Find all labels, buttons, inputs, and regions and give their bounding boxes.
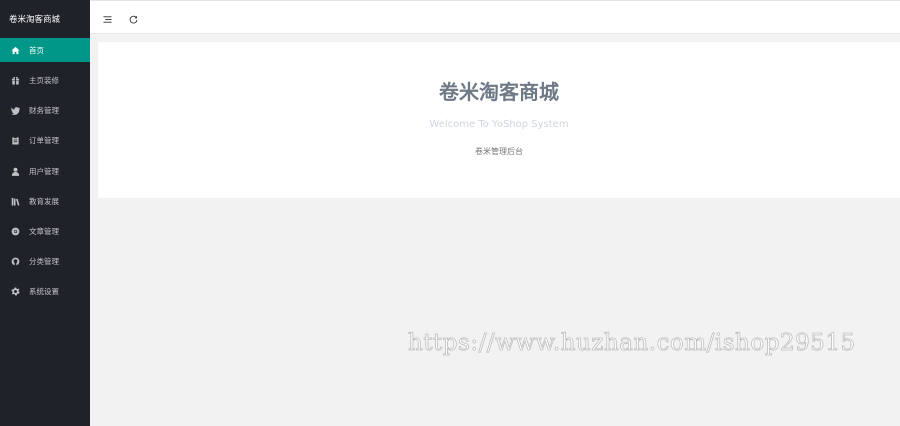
page-title: 卷米淘客商城 [439, 80, 559, 104]
sidebar-item-settings[interactable]: 系统设置 [0, 277, 90, 307]
sidebar-item-label: 系统设置 [29, 287, 59, 297]
sidebar-item-home-decoration[interactable]: 主页装修 [0, 66, 90, 96]
sidebar-item-label: 分类管理 [29, 257, 59, 267]
brand-logo-text[interactable]: 卷米淘客商城 [0, 0, 90, 38]
sidebar-item-articles[interactable]: 文章管理 [0, 216, 90, 246]
sidebar-item-label: 文章管理 [29, 227, 59, 237]
watermark-text: https://www.huzhan.com/ishop29515 [408, 330, 856, 357]
sidebar-item-label: 用户管理 [29, 166, 59, 176]
sidebar-item-label: 教育发展 [29, 196, 59, 206]
gift-icon [10, 75, 21, 86]
home-icon [10, 45, 21, 56]
github-icon [10, 256, 21, 267]
books-icon [10, 196, 21, 207]
sidebar-item-label: 首页 [29, 45, 44, 55]
welcome-description: 卷米管理后台 [475, 147, 523, 156]
sidebar-item-label: 财务管理 [29, 106, 59, 116]
clipboard-icon [10, 135, 21, 146]
menu-toggle-icon[interactable] [100, 13, 114, 27]
sidebar-item-users[interactable]: 用户管理 [0, 156, 90, 186]
user-icon [10, 166, 21, 177]
sidebar: 卷米淘客商城 首页 主页装修 财务管理 订单管理 用户管理 教育发展 文章管理 [0, 0, 90, 426]
twitter-icon [10, 105, 21, 116]
sidebar-item-education[interactable]: 教育发展 [0, 186, 90, 216]
refresh-icon[interactable] [126, 13, 140, 27]
sidebar-item-finance[interactable]: 财务管理 [0, 96, 90, 126]
sidebar-item-categories[interactable]: 分类管理 [0, 247, 90, 277]
top-toolbar [90, 6, 900, 34]
sidebar-item-home[interactable]: 首页 [0, 38, 90, 62]
sidebar-item-orders[interactable]: 订单管理 [0, 126, 90, 156]
sidebar-item-label: 主页装修 [29, 76, 59, 86]
welcome-card: 卷米淘客商城 Welcome To YoShop System 卷米管理后台 [98, 42, 900, 198]
chrome-icon [10, 226, 21, 237]
gear-icon [10, 286, 21, 297]
welcome-subtitle: Welcome To YoShop System [429, 119, 569, 130]
sidebar-item-label: 订单管理 [29, 136, 59, 146]
sidebar-nav: 首页 主页装修 财务管理 订单管理 用户管理 教育发展 文章管理 分类管理 系统… [0, 38, 90, 307]
